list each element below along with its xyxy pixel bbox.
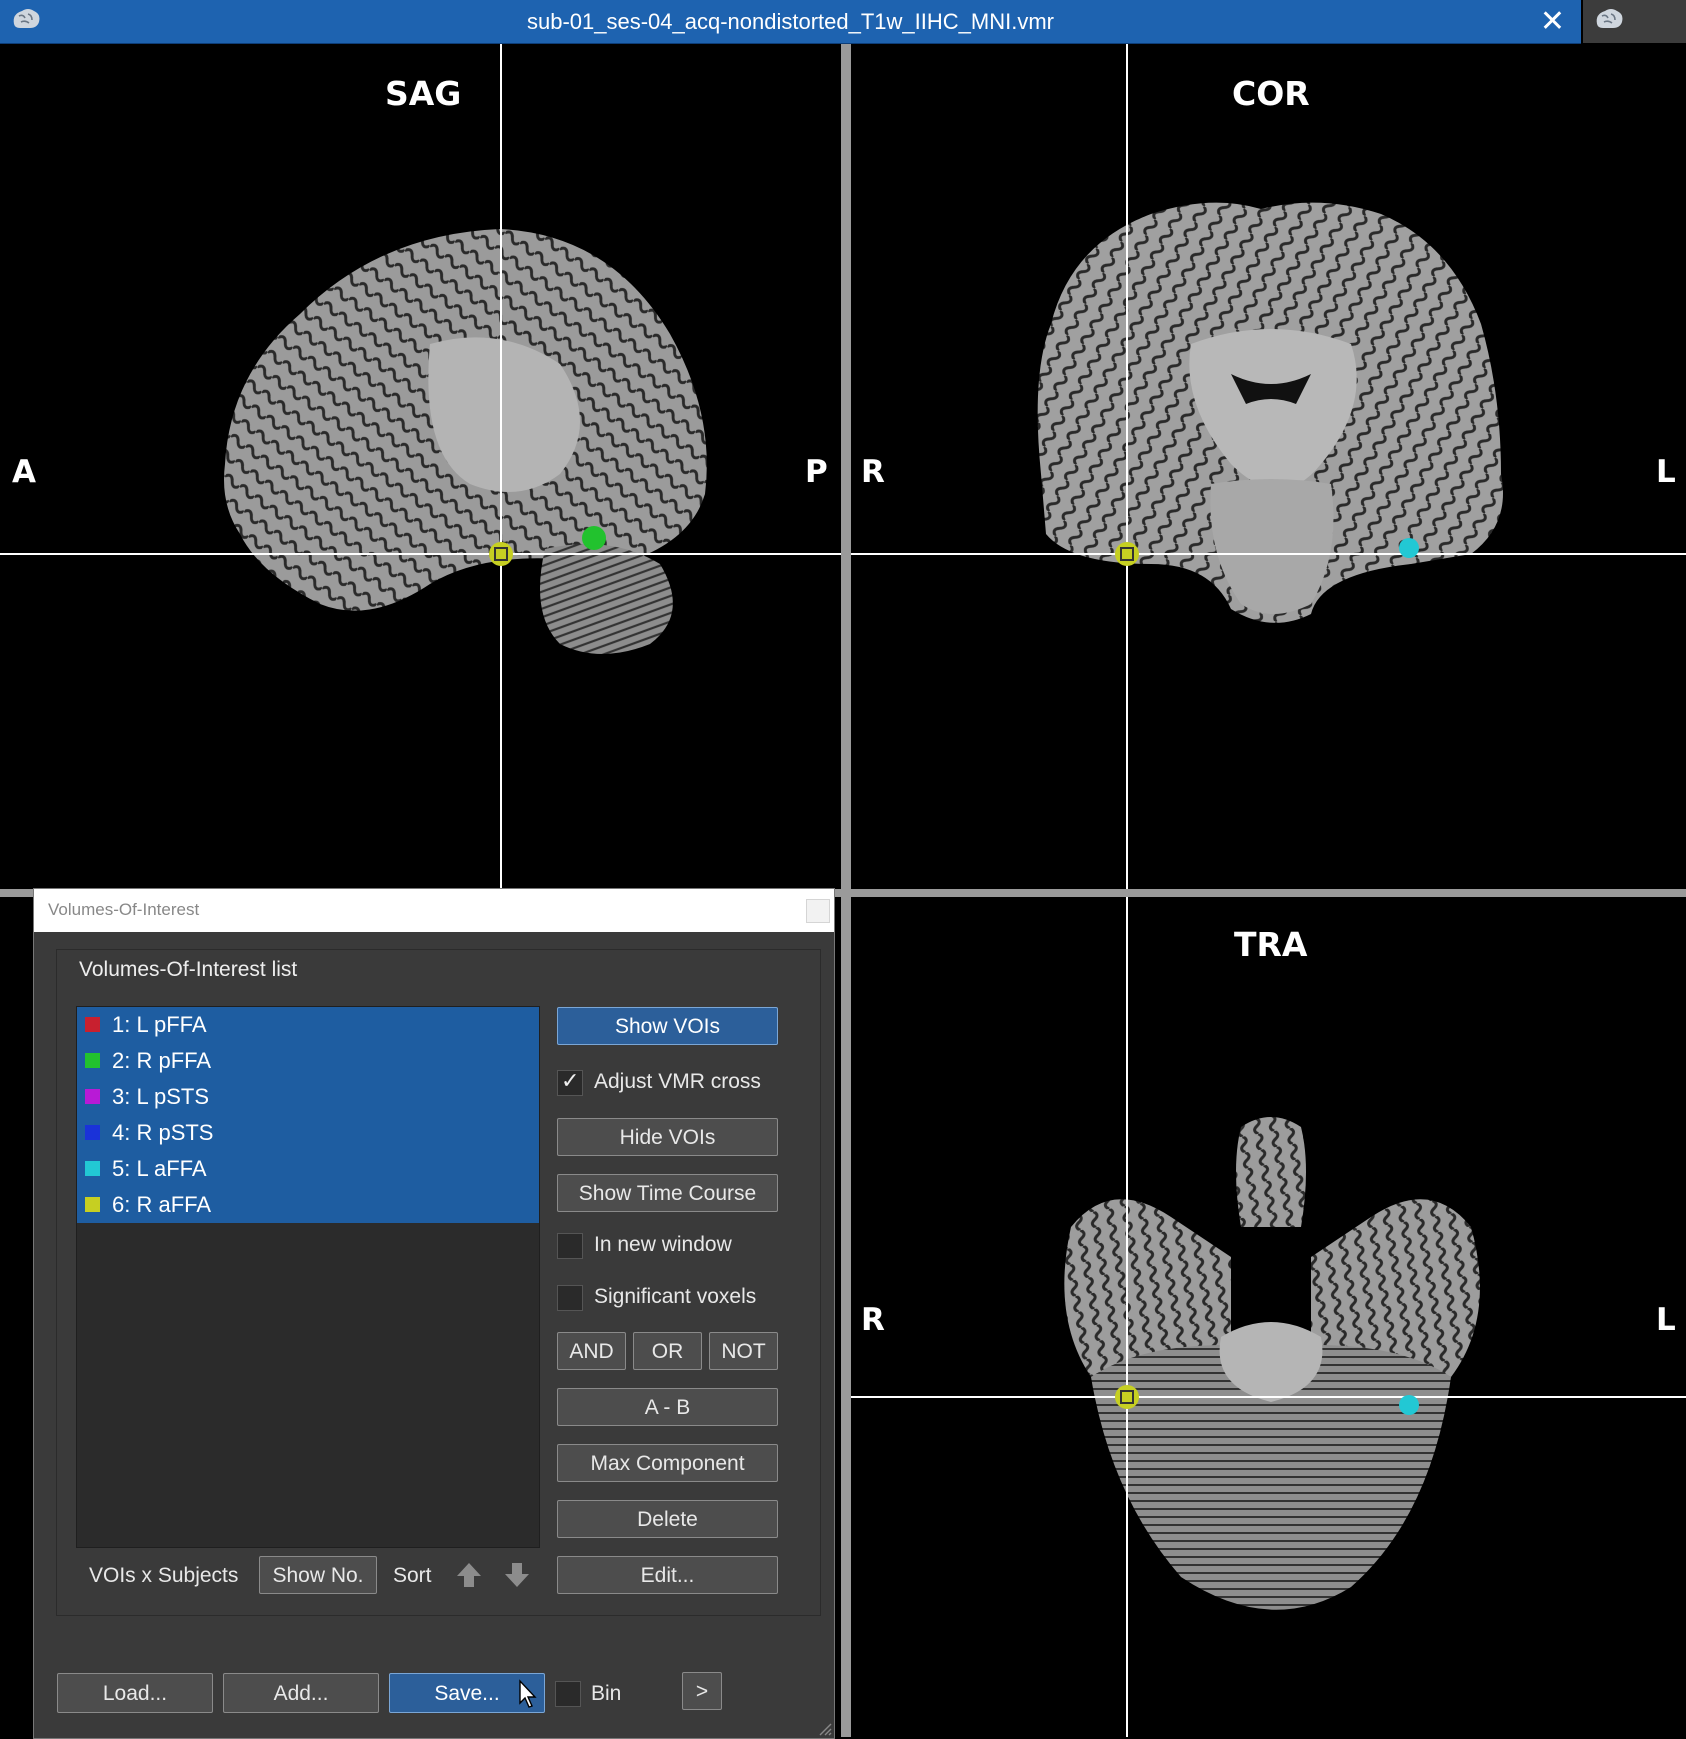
- voi-color-swatch: [85, 1089, 100, 1104]
- voi-color-swatch: [85, 1017, 100, 1032]
- voi-list-item[interactable]: 1: L pFFA: [77, 1007, 539, 1043]
- orientation-right: R: [861, 1302, 885, 1338]
- orientation-posterior: P: [805, 454, 828, 490]
- orientation-left: L: [1656, 1302, 1676, 1338]
- delete-button[interactable]: Delete: [557, 1500, 778, 1538]
- orientation-left: L: [1656, 454, 1676, 490]
- transversal-view[interactable]: TRA R L: [851, 897, 1686, 1737]
- adjust-vmr-cross-label: Adjust VMR cross: [594, 1070, 761, 1093]
- dialog-title: Volumes-Of-Interest: [48, 900, 200, 919]
- show-vois-button[interactable]: Show VOIs: [557, 1007, 778, 1045]
- voi-color-swatch: [85, 1053, 100, 1068]
- voi-color-swatch: [85, 1197, 100, 1212]
- coronal-view[interactable]: COR R L: [851, 44, 1686, 889]
- sort-label: Sort: [393, 1564, 432, 1587]
- edit-button[interactable]: Edit...: [557, 1556, 778, 1594]
- voi-dialog: Volumes-Of-Interest Volumes-Of-Interest …: [33, 888, 835, 1739]
- orientation-anterior: A: [12, 454, 36, 490]
- checkmark-icon: ✓: [561, 1068, 580, 1093]
- dialog-titlebar[interactable]: Volumes-Of-Interest: [34, 889, 834, 932]
- and-button[interactable]: AND: [557, 1332, 626, 1370]
- voi-label: 3: L pSTS: [112, 1084, 210, 1109]
- a-minus-b-button[interactable]: A - B: [557, 1388, 778, 1426]
- arrow-down-icon[interactable]: [504, 1561, 530, 1589]
- window-title: sub-01_ses-04_acq-nondistorted_T1w_IIHC_…: [526, 9, 1054, 34]
- orientation-right: R: [861, 454, 885, 490]
- voi-list-item[interactable]: 2: R pFFA: [77, 1043, 539, 1079]
- or-button[interactable]: OR: [633, 1332, 702, 1370]
- voi-label: 5: L aFFA: [112, 1156, 207, 1181]
- coronal-brain-image: [851, 44, 1686, 889]
- significant-voxels-checkbox[interactable]: [557, 1285, 583, 1311]
- voi-list-item[interactable]: 5: L aFFA: [77, 1151, 539, 1187]
- hide-vois-button[interactable]: Hide VOIs: [557, 1118, 778, 1156]
- show-time-course-button[interactable]: Show Time Course: [557, 1174, 778, 1212]
- sagittal-brain-image: [0, 44, 841, 889]
- bin-checkbox[interactable]: [555, 1681, 581, 1707]
- significant-voxels-label: Significant voxels: [594, 1285, 757, 1308]
- voi-list[interactable]: 1: L pFFA 2: R pFFA 3: L pSTS 4: R pSTS …: [76, 1006, 540, 1548]
- voi-color-swatch: [85, 1161, 100, 1176]
- expand-button[interactable]: >: [682, 1672, 722, 1710]
- close-icon[interactable]: ✕: [1540, 0, 1565, 43]
- voi-label: 1: L pFFA: [112, 1012, 207, 1037]
- mouse-cursor-icon: [519, 1679, 537, 1708]
- close-icon[interactable]: [806, 899, 830, 923]
- show-no-button[interactable]: Show No.: [259, 1556, 377, 1594]
- view-label-cor: COR: [1232, 74, 1310, 113]
- arrow-up-icon[interactable]: [456, 1561, 482, 1589]
- view-label-tra: TRA: [1234, 925, 1308, 964]
- view-label-sag: SAG: [385, 74, 462, 113]
- brain-icon: [1596, 9, 1623, 28]
- not-button[interactable]: NOT: [709, 1332, 778, 1370]
- second-window-tab[interactable]: [1583, 0, 1686, 43]
- voi-label: 4: R pSTS: [112, 1120, 214, 1145]
- adjust-vmr-cross-checkbox[interactable]: ✓: [557, 1068, 583, 1096]
- crosshair-marker[interactable]: [489, 542, 513, 566]
- bin-label: Bin: [591, 1682, 622, 1705]
- window-titlebar[interactable]: sub-01_ses-04_acq-nondistorted_T1w_IIHC_…: [0, 0, 1581, 44]
- voi-color-swatch: [85, 1125, 100, 1140]
- voi-label: 2: R pFFA: [112, 1048, 212, 1073]
- voi-list-item[interactable]: 4: R pSTS: [77, 1115, 539, 1151]
- in-new-window-label: In new window: [594, 1233, 732, 1256]
- resize-grip-icon[interactable]: [816, 1720, 832, 1736]
- voi-list-item[interactable]: 6: R aFFA: [77, 1187, 539, 1223]
- voi-list-group-title: Volumes-Of-Interest list: [79, 958, 298, 981]
- transversal-brain-image: [851, 897, 1686, 1737]
- max-component-button[interactable]: Max Component: [557, 1444, 778, 1482]
- voi-label: 6: R aFFA: [112, 1192, 212, 1217]
- vois-x-subjects-label: VOIs x Subjects: [89, 1564, 239, 1587]
- in-new-window-checkbox[interactable]: [557, 1233, 583, 1259]
- crosshair-marker[interactable]: [1115, 1385, 1139, 1409]
- sagittal-view[interactable]: SAG A P: [0, 44, 841, 889]
- crosshair-marker[interactable]: [1115, 542, 1139, 566]
- add-button[interactable]: Add...: [223, 1673, 379, 1713]
- load-button[interactable]: Load...: [57, 1673, 213, 1713]
- voi-list-item[interactable]: 3: L pSTS: [77, 1079, 539, 1115]
